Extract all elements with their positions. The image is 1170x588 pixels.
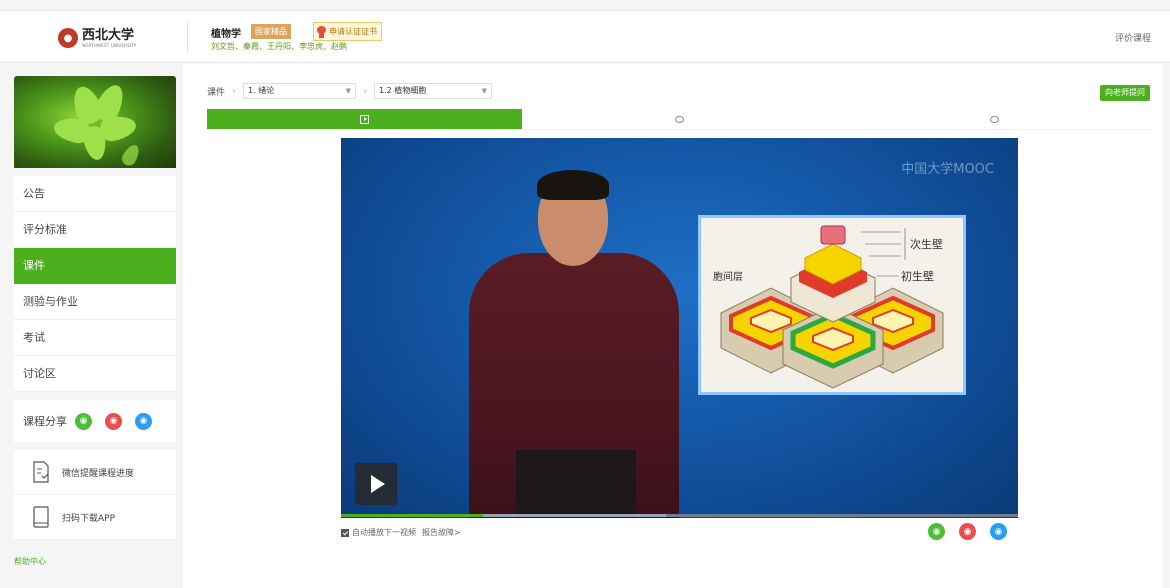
menu-item-grading[interactable]: 评分标准 (14, 212, 176, 248)
video-progress-bar[interactable] (341, 514, 1018, 517)
video-options: 自动播放下一视频 报告故障> (341, 527, 461, 538)
wechat-reminder-icon (33, 461, 49, 483)
course-menu: 公告 评分标准 课件 测验与作业 考试 讨论区 (14, 176, 176, 392)
video-share: ◉ ◉ ◉ (928, 523, 1021, 540)
course-header: ● 西北大学 NORTHWEST UNIVERSITY 植物学 国家精品 申请认… (0, 11, 1170, 63)
chevron-down-icon: ▼ (345, 87, 352, 95)
breadcrumb-separator-icon: › (232, 85, 237, 97)
video-progress-fill (341, 514, 484, 517)
chapter-select[interactable]: 1. 绪论 ▼ (243, 83, 357, 99)
share-label: 课程分享 (23, 415, 67, 428)
qq-share-icon[interactable]: ◉ (990, 523, 1007, 540)
wechat-reminder-label: 微信提醒课程进度 (62, 468, 135, 479)
course-title: 植物学 (211, 29, 241, 40)
chapter-select-value: 1. 绪论 (248, 86, 275, 95)
autoplay-label[interactable]: 自动播放下一视频 (352, 527, 416, 538)
video-buffer-fill (483, 514, 666, 517)
discussion-icon (990, 115, 999, 123)
download-app-label: 扫码下载APP (62, 513, 116, 524)
help-center-link[interactable]: 帮助中心 (14, 556, 46, 567)
courseware-panel: 课件 › 1. 绪论 ▼ › 1.2 植物细胞 ▼ 向老师提问 中国大学MOOC (183, 64, 1163, 588)
middle-lamella-label: 胞间层 (713, 270, 743, 283)
lesson-select[interactable]: 1.2 植物细胞 ▼ (374, 83, 493, 99)
sidebar: 公告 评分标准 课件 测验与作业 考试 讨论区 课程分享 ◉ ◉ ◉ 微信提醒课… (14, 76, 176, 540)
video-player[interactable]: 中国大学MOOC 次生壁 初生壁 胞间层 (341, 138, 1018, 518)
ask-teacher-button[interactable]: 向老师提问 (1100, 85, 1150, 101)
discussion-icon (675, 115, 684, 123)
chevron-down-icon: ▼ (481, 87, 488, 95)
university-name: 西北大学 (82, 27, 135, 43)
rate-course-link[interactable]: 评价课程 (1115, 31, 1151, 44)
menu-item-courseware[interactable]: 课件 (14, 248, 176, 284)
lesson-select-value: 1.2 植物细胞 (379, 86, 427, 95)
secondary-wall-label: 次生壁 (910, 237, 943, 251)
mooc-watermark: 中国大学MOOC (901, 162, 994, 177)
phone-icon (33, 506, 49, 528)
download-app-item[interactable]: 扫码下载APP (14, 495, 176, 540)
sidebar-tools: 微信提醒课程进度 扫码下载APP (14, 450, 176, 540)
wechat-share-icon[interactable]: ◉ (75, 412, 92, 430)
university-seal-icon: ● (58, 28, 78, 48)
unit-tabs (207, 109, 1152, 130)
breadcrumb: 课件 › 1. 绪论 ▼ › 1.2 植物细胞 ▼ (207, 83, 493, 99)
teacher-list[interactable]: 刘文哲、秦霞、王丹阳、李忠虎、赵鹏 (211, 41, 347, 52)
header-divider (187, 21, 188, 53)
cell-wall-diagram: 次生壁 初生壁 胞间层 (698, 215, 966, 395)
weibo-share-icon[interactable]: ◉ (105, 412, 122, 430)
apply-certificate-button[interactable]: 申请认证证书 (313, 22, 382, 41)
report-issue-link[interactable]: 报告故障> (422, 527, 461, 538)
tab-discussion-2[interactable] (837, 109, 1152, 129)
apply-certificate-label: 申请认证证书 (329, 27, 377, 36)
certificate-medal-icon (317, 25, 326, 38)
breadcrumb-separator-icon: › (363, 85, 368, 97)
university-sub: NORTHWEST UNIVERSITY (82, 42, 137, 48)
national-quality-badge: 国家精品 (251, 24, 291, 39)
tab-video[interactable] (207, 109, 522, 129)
autoplay-checkbox[interactable] (341, 528, 349, 537)
play-button[interactable] (355, 463, 397, 505)
video-icon (360, 114, 369, 124)
menu-item-forum[interactable]: 讨论区 (14, 356, 176, 392)
wechat-reminder-item[interactable]: 微信提醒课程进度 (14, 450, 176, 495)
tab-discussion-1[interactable] (522, 109, 837, 129)
menu-item-quiz-homework[interactable]: 测验与作业 (14, 284, 176, 320)
university-logo[interactable]: ● 西北大学 NORTHWEST UNIVERSITY (58, 27, 148, 49)
qq-share-icon[interactable]: ◉ (135, 412, 152, 430)
menu-item-exam[interactable]: 考试 (14, 320, 176, 356)
primary-wall-label: 初生壁 (901, 269, 934, 283)
weibo-share-icon[interactable]: ◉ (959, 523, 976, 540)
menu-item-announcement[interactable]: 公告 (14, 176, 176, 212)
breadcrumb-root[interactable]: 课件 (207, 85, 225, 98)
course-cover-image (14, 76, 176, 168)
course-share: 课程分享 ◉ ◉ ◉ (14, 400, 176, 442)
wechat-share-icon[interactable]: ◉ (928, 523, 945, 540)
